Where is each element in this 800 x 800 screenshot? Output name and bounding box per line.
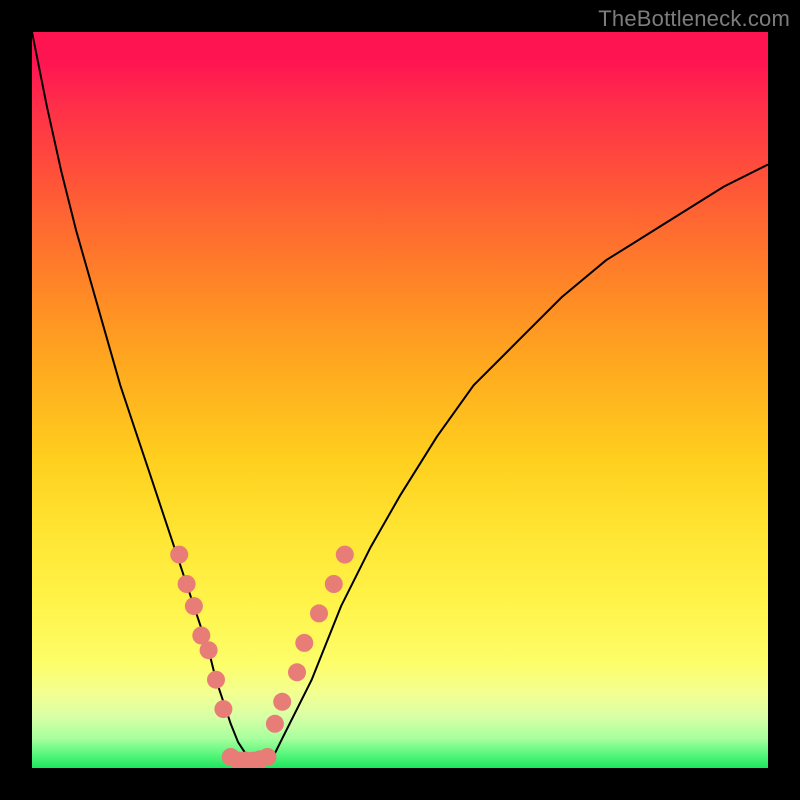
data-point	[259, 748, 277, 766]
curve-svg	[32, 32, 768, 768]
data-point	[310, 604, 328, 622]
data-point	[200, 641, 218, 659]
data-point	[185, 597, 203, 615]
data-point	[214, 700, 232, 718]
data-point	[325, 575, 343, 593]
data-point	[207, 671, 225, 689]
plot-area	[32, 32, 768, 768]
data-point	[170, 546, 188, 564]
data-point	[295, 634, 313, 652]
data-point	[288, 663, 306, 681]
data-point	[178, 575, 196, 593]
data-point	[273, 693, 291, 711]
chart-frame: TheBottleneck.com	[0, 0, 800, 800]
data-point	[336, 546, 354, 564]
watermark-label: TheBottleneck.com	[598, 6, 790, 32]
highlight-points	[170, 546, 354, 768]
bottleneck-curve	[32, 32, 768, 761]
data-point	[266, 715, 284, 733]
